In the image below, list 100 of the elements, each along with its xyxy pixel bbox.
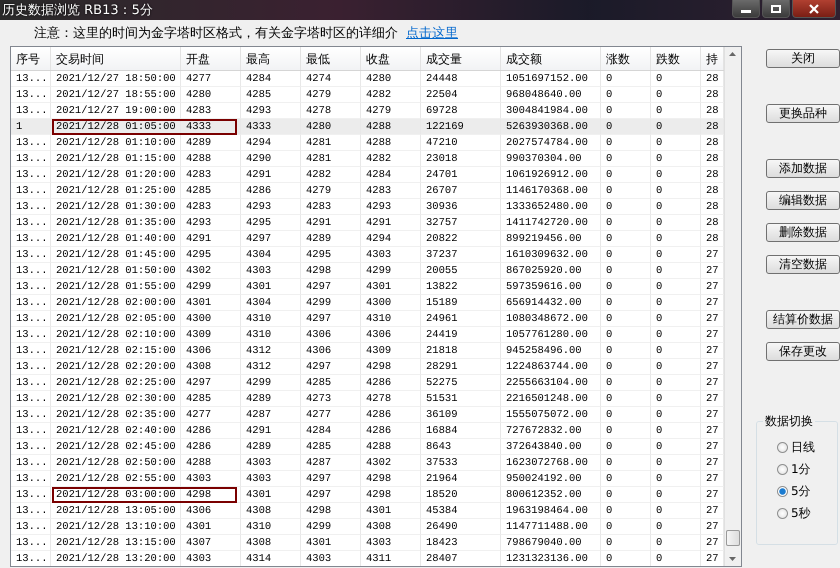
table-row[interactable]: 13... 2021/12/28 01:20:00 4283 4291 4282 4284 24701 1061926912.00 0 0 28: [11, 167, 724, 183]
column-header[interactable]: 最低: [301, 47, 361, 70]
table-row[interactable]: 13... 2021/12/27 18:50:00 4277 4284 4274 4280 24448 1051697152.00 0 0 28: [11, 71, 724, 87]
table-cell: 13...: [11, 487, 51, 503]
table-row[interactable]: 1 2021/12/28 01:05:00 4333 4333 4280 4288 122169 5263930368.00 0 0 28: [11, 119, 724, 135]
radio-option[interactable]: 日线: [777, 436, 837, 458]
table-row[interactable]: 13... 2021/12/28 02:55:00 4303 4303 4297 4298 21964 950024192.00 0 0 27: [11, 471, 724, 487]
column-header[interactable]: 序号: [11, 47, 51, 70]
table-cell: 4286: [241, 183, 301, 199]
table-row[interactable]: 13... 2021/12/28 01:35:00 4293 4295 4291 4291 32757 1411742720.00 0 0 28: [11, 215, 724, 231]
column-header[interactable]: 开盘: [181, 47, 241, 70]
table-cell: 2021/12/28 01:45:00: [51, 247, 181, 263]
table-row[interactable]: 13... 2021/12/28 01:15:00 4288 4290 4281 4282 23018 990370304.00 0 0 28: [11, 151, 724, 167]
column-header[interactable]: 交易时间: [51, 47, 181, 70]
table-cell: 18423: [421, 535, 501, 551]
table-row[interactable]: 13... 2021/12/28 01:10:00 4289 4294 4281 4288 47210 2027574784.00 0 0 28: [11, 135, 724, 151]
table-row[interactable]: 13... 2021/12/28 13:10:00 4301 4310 4299 4308 26490 1147711488.00 0 0 27: [11, 519, 724, 535]
table-row[interactable]: 13... 2021/12/28 13:20:00 4303 4314 4303 4311 28407 1231323136.00 0 0 27: [11, 551, 724, 566]
table-cell: 20822: [421, 231, 501, 247]
table-cell: 4303: [361, 247, 421, 263]
table-row[interactable]: 13... 2021/12/28 01:40:00 4291 4297 4289 4294 20822 899219456.00 0 0 28: [11, 231, 724, 247]
radio-button[interactable]: [777, 508, 788, 518]
action-button[interactable]: 清空数据: [766, 255, 840, 274]
action-button[interactable]: 保存更改: [766, 342, 840, 361]
column-header[interactable]: 成交额: [501, 47, 601, 70]
radio-option[interactable]: 5分: [777, 480, 837, 502]
table-row[interactable]: 13... 2021/12/28 02:30:00 4285 4289 4273 4278 51531 2216501248.00 0 0 27: [11, 391, 724, 407]
table-cell: 4307: [181, 535, 241, 551]
scrollbar-thumb[interactable]: [726, 530, 740, 546]
table-cell: 0: [651, 455, 701, 471]
table-cell: 2021/12/28 03:00:00: [51, 487, 181, 503]
table-row[interactable]: 13... 2021/12/28 02:40:00 4286 4291 4284 4286 16884 727672832.00 0 0 27: [11, 423, 724, 439]
table-cell: 4301: [361, 503, 421, 519]
close-window-button[interactable]: [792, 0, 836, 18]
column-header[interactable]: 跌数: [651, 47, 701, 70]
table-row[interactable]: 13... 2021/12/28 01:25:00 4285 4286 4279 4283 26707 1146170368.00 0 0 28: [11, 183, 724, 199]
table-row[interactable]: 13... 2021/12/28 02:50:00 4288 4303 4287 4302 37533 1623072768.00 0 0 27: [11, 455, 724, 471]
action-button[interactable]: 编辑数据: [766, 191, 840, 210]
table-cell: 2021/12/28 02:00:00: [51, 295, 181, 311]
table-row[interactable]: 13... 2021/12/28 02:45:00 4286 4289 4285 4288 8643 372643840.00 0 0 27: [11, 439, 724, 455]
table-cell: 5263930368.00: [501, 119, 601, 135]
table-cell: 4333: [181, 119, 241, 135]
vertical-scrollbar[interactable]: [724, 47, 741, 566]
maximize-icon: [771, 4, 781, 12]
table-cell: 2021/12/28 01:20:00: [51, 167, 181, 183]
radio-option[interactable]: 1分: [777, 458, 837, 480]
radio-button[interactable]: [777, 442, 788, 452]
radio-option[interactable]: 5秒: [777, 502, 837, 524]
table-row[interactable]: 13... 2021/12/28 03:00:00 4298 4301 4297 4298 18520 800612352.00 0 0 27: [11, 487, 724, 503]
table-cell: 4301: [241, 487, 301, 503]
table-cell: 2021/12/28 01:05:00: [51, 119, 181, 135]
table-cell: 4303: [181, 471, 241, 487]
table-cell: 4280: [301, 119, 361, 135]
table-cell: 4298: [301, 503, 361, 519]
table-row[interactable]: 13... 2021/12/27 18:55:00 4280 4285 4279 4282 22504 968048640.00 0 0 28: [11, 87, 724, 103]
table-cell: 4299: [301, 519, 361, 535]
table-cell: 36109: [421, 407, 501, 423]
table-cell: 0: [651, 311, 701, 327]
table-cell: 4286: [181, 423, 241, 439]
radio-button[interactable]: [777, 464, 788, 474]
table-cell: 0: [601, 295, 651, 311]
table-cell: 15189: [421, 295, 501, 311]
action-button[interactable]: 添加数据: [766, 159, 840, 178]
table-row[interactable]: 13... 2021/12/28 13:05:00 4306 4308 4298 4301 45384 1963198464.00 0 0 27: [11, 503, 724, 519]
action-button[interactable]: 结算价数据: [766, 310, 840, 329]
table-row[interactable]: 13... 2021/12/28 01:50:00 4302 4303 4298 4299 20055 867025920.00 0 0 27: [11, 263, 724, 279]
table-row[interactable]: 13... 2021/12/28 13:15:00 4307 4308 4301 4303 18423 798679040.00 0 0 27: [11, 535, 724, 551]
column-header[interactable]: 最高: [241, 47, 301, 70]
table-cell: 0: [651, 135, 701, 151]
action-button[interactable]: 删除数据: [766, 223, 840, 242]
table-cell: 1080348672.00: [501, 311, 601, 327]
table-row[interactable]: 13... 2021/12/28 02:20:00 4308 4312 4297 4298 28291 1224863744.00 0 0 27: [11, 359, 724, 375]
table-row[interactable]: 13... 2021/12/28 01:30:00 4283 4293 4283 4293 30936 1333652480.00 0 0 28: [11, 199, 724, 215]
table-cell: 13...: [11, 359, 51, 375]
table-cell: 0: [651, 295, 701, 311]
table-cell: 0: [601, 71, 651, 87]
action-button[interactable]: 更换品种: [766, 104, 840, 123]
maximize-button[interactable]: [762, 0, 790, 18]
table-row[interactable]: 13... 2021/12/28 02:10:00 4309 4310 4306 4306 24419 1057761280.00 0 0 27: [11, 327, 724, 343]
table-row[interactable]: 13... 2021/12/28 02:05:00 4300 4310 4297 4310 24961 1080348672.00 0 0 27: [11, 311, 724, 327]
table-cell: 0: [601, 455, 651, 471]
table-row[interactable]: 13... 2021/12/28 01:55:00 4299 4301 4297 4301 13822 597359616.00 0 0 27: [11, 279, 724, 295]
table-cell: 4287: [241, 407, 301, 423]
table-cell: 1146170368.00: [501, 183, 601, 199]
table-cell: 4285: [241, 87, 301, 103]
table-cell: 37533: [421, 455, 501, 471]
table-row[interactable]: 13... 2021/12/28 02:15:00 4306 4312 4306 4309 21818 945258496.00 0 0 27: [11, 343, 724, 359]
column-header[interactable]: 收盘: [361, 47, 421, 70]
action-button[interactable]: 关闭: [766, 49, 840, 68]
minimize-button[interactable]: [732, 0, 760, 18]
details-link[interactable]: 点击这里: [406, 24, 458, 42]
column-header[interactable]: 成交量: [421, 47, 501, 70]
table-row[interactable]: 13... 2021/12/28 01:45:00 4295 4304 4295 4303 37237 1610309632.00 0 0 27: [11, 247, 724, 263]
table-row[interactable]: 13... 2021/12/28 02:00:00 4301 4304 4299 4300 15189 656914432.00 0 0 27: [11, 295, 724, 311]
table-cell: 2021/12/28 01:30:00: [51, 199, 181, 215]
table-cell: 4297: [301, 487, 361, 503]
column-header[interactable]: 涨数: [601, 47, 651, 70]
table-row[interactable]: 13... 2021/12/28 02:35:00 4277 4287 4277 4286 36109 1555075072.00 0 0 27: [11, 407, 724, 423]
radio-button[interactable]: [777, 486, 788, 496]
table-row[interactable]: 13... 2021/12/28 02:25:00 4297 4299 4285 4286 52275 2255663104.00 0 0 27: [11, 375, 724, 391]
